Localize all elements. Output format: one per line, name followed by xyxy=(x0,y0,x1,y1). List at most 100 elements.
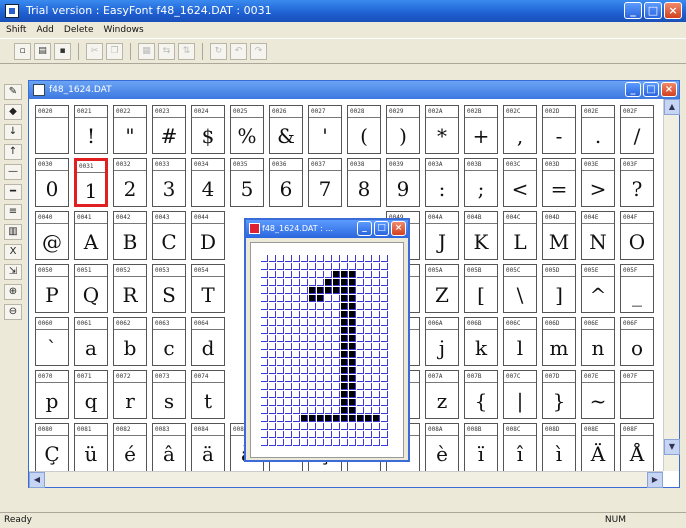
pixel[interactable] xyxy=(365,271,372,278)
pixel[interactable] xyxy=(381,335,388,342)
pixel[interactable] xyxy=(309,439,316,446)
pixel[interactable] xyxy=(381,431,388,438)
pixel[interactable] xyxy=(293,407,300,414)
glyph-cell[interactable]: 0083 â xyxy=(152,423,186,472)
glyph-cell[interactable]: 007E ~ xyxy=(581,370,615,419)
pixel[interactable] xyxy=(277,399,284,406)
pixel[interactable] xyxy=(309,295,316,302)
pixel[interactable] xyxy=(317,279,324,286)
pixel[interactable] xyxy=(317,271,324,278)
glyph-cell[interactable]: 003D = xyxy=(542,158,576,207)
pixel[interactable] xyxy=(269,303,276,310)
pixel[interactable] xyxy=(365,383,372,390)
pixel[interactable] xyxy=(309,319,316,326)
pixel[interactable] xyxy=(317,399,324,406)
pixel[interactable] xyxy=(373,383,380,390)
pixel[interactable] xyxy=(317,407,324,414)
pixel[interactable] xyxy=(357,327,364,334)
pixel[interactable] xyxy=(381,439,388,446)
pixel[interactable] xyxy=(349,295,356,302)
pixel[interactable] xyxy=(381,279,388,286)
pixel[interactable] xyxy=(381,383,388,390)
pixel[interactable] xyxy=(269,415,276,422)
pixel[interactable] xyxy=(317,439,324,446)
glyph-cell[interactable]: 0027 ' xyxy=(308,105,342,154)
minimize-button[interactable]: _ xyxy=(624,2,642,19)
pixel[interactable] xyxy=(325,303,332,310)
glyph-cell[interactable]: 007B { xyxy=(464,370,498,419)
pixel[interactable] xyxy=(309,335,316,342)
pixel[interactable] xyxy=(293,343,300,350)
pixel[interactable] xyxy=(309,263,316,270)
pixel[interactable] xyxy=(325,367,332,374)
pixel[interactable] xyxy=(301,311,308,318)
glyph-cell[interactable]: 0084 ä xyxy=(191,423,225,472)
glyph-cell[interactable]: 0031 1 xyxy=(74,158,108,207)
glyph-cell[interactable]: 008C î xyxy=(503,423,537,472)
pixel[interactable] xyxy=(381,327,388,334)
pixel[interactable] xyxy=(381,271,388,278)
pixel[interactable] xyxy=(373,351,380,358)
glyph-cell[interactable]: 006F o xyxy=(620,317,654,366)
pixel[interactable] xyxy=(365,431,372,438)
pixel[interactable] xyxy=(301,287,308,294)
pixel[interactable] xyxy=(333,343,340,350)
pixel[interactable] xyxy=(333,399,340,406)
pixel[interactable] xyxy=(365,295,372,302)
glyph-cell[interactable]: 0052 R xyxy=(113,264,147,313)
new-file-icon[interactable]: ▫ xyxy=(14,42,31,60)
pixel[interactable] xyxy=(365,399,372,406)
pixel[interactable] xyxy=(341,311,348,318)
pixel[interactable] xyxy=(325,295,332,302)
pixel[interactable] xyxy=(349,383,356,390)
pixel[interactable] xyxy=(317,391,324,398)
pixel[interactable] xyxy=(349,263,356,270)
pixel[interactable] xyxy=(277,303,284,310)
glyph-cell[interactable]: 0028 ( xyxy=(347,105,381,154)
glyph-cell[interactable]: 007A z xyxy=(425,370,459,419)
pixel[interactable] xyxy=(269,375,276,382)
pixel[interactable] xyxy=(381,407,388,414)
pixel[interactable] xyxy=(317,415,324,422)
pixel[interactable] xyxy=(381,423,388,430)
maximize-button[interactable]: □ xyxy=(374,221,389,236)
pixel[interactable] xyxy=(261,439,268,446)
pixel[interactable] xyxy=(365,335,372,342)
glyph-cell[interactable]: 0053 S xyxy=(152,264,186,313)
pixel[interactable] xyxy=(365,359,372,366)
pixel[interactable] xyxy=(341,287,348,294)
pixel[interactable] xyxy=(317,311,324,318)
pixel[interactable] xyxy=(293,271,300,278)
pixel[interactable] xyxy=(325,263,332,270)
glyph-cell[interactable]: 0020 xyxy=(35,105,69,154)
pixel[interactable] xyxy=(341,399,348,406)
redo-icon[interactable]: ↷ xyxy=(250,42,267,60)
glyph-cell[interactable]: 005D] xyxy=(542,264,576,313)
pixel[interactable] xyxy=(301,335,308,342)
pixel[interactable] xyxy=(317,383,324,390)
pixel[interactable] xyxy=(333,351,340,358)
pixel[interactable] xyxy=(293,263,300,270)
glyph-cell[interactable]: 0030 0 xyxy=(35,158,69,207)
pixel[interactable] xyxy=(325,391,332,398)
glyph-cell[interactable]: 0032 2 xyxy=(113,158,147,207)
pixel[interactable] xyxy=(349,255,356,262)
pixel[interactable] xyxy=(357,375,364,382)
pixel[interactable] xyxy=(293,303,300,310)
pixel[interactable] xyxy=(341,391,348,398)
pixel[interactable] xyxy=(325,399,332,406)
pixel[interactable] xyxy=(269,383,276,390)
menu-windows[interactable]: Windows xyxy=(103,22,143,38)
pixel[interactable] xyxy=(285,279,292,286)
menu-delete[interactable]: Delete xyxy=(64,22,94,38)
glyph-cell[interactable]: 004F O xyxy=(620,211,654,260)
glyph-cell[interactable]: 0042 B xyxy=(113,211,147,260)
pixel[interactable] xyxy=(357,431,364,438)
pixel[interactable] xyxy=(285,391,292,398)
glyph-cell[interactable]: 0074 t xyxy=(191,370,225,419)
pixel[interactable] xyxy=(277,375,284,382)
glyph-cell[interactable]: 007C | xyxy=(503,370,537,419)
pixel[interactable] xyxy=(261,415,268,422)
glyph-cell[interactable]: 006B k xyxy=(464,317,498,366)
pixel[interactable] xyxy=(261,295,268,302)
